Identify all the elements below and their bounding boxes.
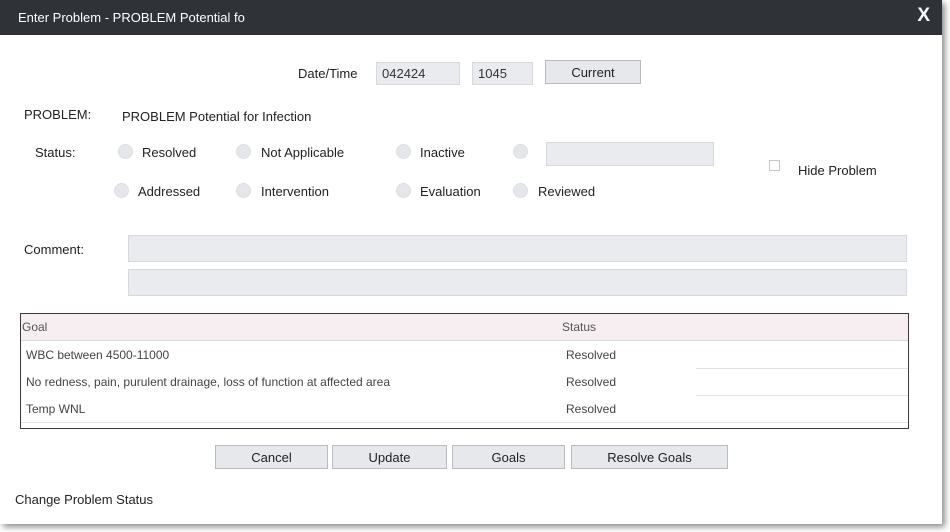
update-button[interactable]: Update [332,445,447,469]
goal-column-header: Goal [22,320,48,334]
table-row[interactable]: No redness, pain, purulent drainage, los… [21,368,908,395]
comment-label: Comment: [24,242,84,257]
status-cell: Resolved [566,402,617,416]
radio-intervention-label: Intervention [261,184,329,199]
radio-not-applicable-label: Not Applicable [261,145,345,160]
cancel-button[interactable]: Cancel [215,445,328,469]
status-cell: Resolved [566,375,617,389]
radio-addressed[interactable] [114,183,129,198]
goal-cell: Temp WNL [26,402,86,416]
goals-button[interactable]: Goals [452,445,565,469]
radio-evaluation-label: Evaluation [420,184,481,199]
goal-cell: WBC between 4500-11000 [26,348,170,362]
hide-problem-label: Hide Problem [798,163,877,178]
problem-value: PROBLEM Potential for Infection [122,109,312,124]
table-row[interactable]: Temp WNL Resolved [21,395,908,422]
window-title: Enter Problem - PROBLEM Potential fo [18,10,245,25]
close-icon[interactable]: X [917,5,930,27]
radio-resolved-label: Resolved [142,145,197,160]
hide-problem-checkbox[interactable] [769,160,780,171]
current-button[interactable]: Current [545,60,641,84]
comment-line-2[interactable] [128,269,907,296]
radio-not-applicable[interactable] [236,144,251,159]
radio-inactive-label: Inactive [420,145,465,160]
problem-label: PROBLEM: [24,107,92,122]
radio-resolved[interactable] [118,144,133,159]
radio-evaluation[interactable] [396,183,411,198]
radio-reviewed-label: Reviewed [538,184,596,199]
radio-intervention[interactable] [236,183,251,198]
goal-cell: No redness, pain, purulent drainage, los… [26,375,391,389]
footer-status-text: Change Problem Status [15,492,154,507]
status-column-header: Status [562,320,597,334]
time-input[interactable] [472,62,533,85]
status-cell: Resolved [566,348,617,362]
table-row[interactable]: WBC between 4500-11000 Resolved [21,341,908,368]
radio-inactive[interactable] [396,144,411,159]
enter-problem-dialog: Enter Problem - PROBLEM Potential fo X D… [0,0,942,524]
title-bar: Enter Problem - PROBLEM Potential fo X [0,0,942,35]
radio-reviewed[interactable] [513,183,528,198]
other-status-input[interactable] [546,142,714,166]
datetime-label: Date/Time [298,66,358,81]
comment-line-1[interactable] [128,235,907,262]
resolve-goals-button[interactable]: Resolve Goals [571,445,728,469]
goals-table-header: Goal Status [21,314,908,341]
date-input[interactable] [376,62,460,85]
radio-addressed-label: Addressed [138,184,201,199]
radio-other[interactable] [513,144,528,159]
row-divider [21,422,908,423]
status-label: Status: [35,145,76,160]
goals-table: Goal Status WBC between 4500-11000 Resol… [20,313,909,429]
